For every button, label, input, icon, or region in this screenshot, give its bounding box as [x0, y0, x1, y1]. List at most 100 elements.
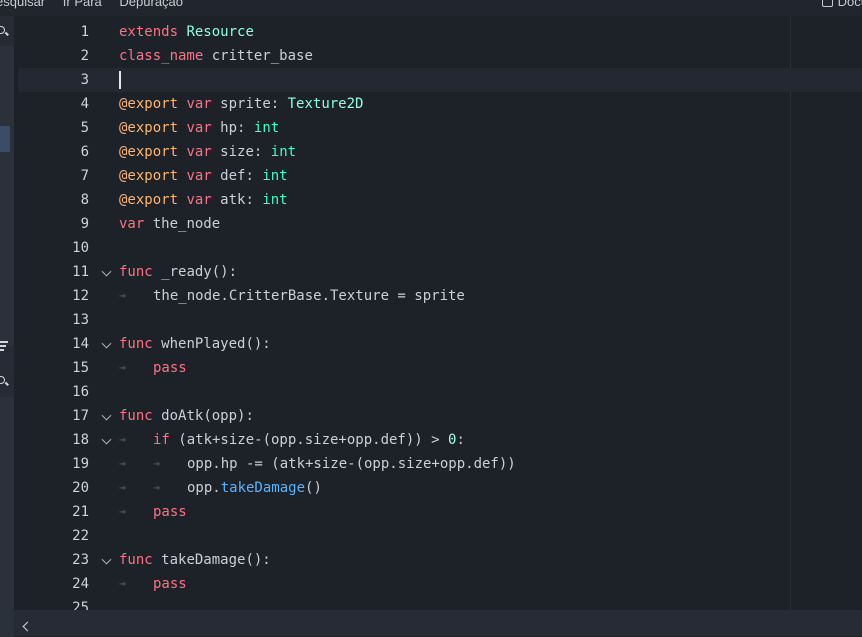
code-token: @export: [119, 168, 179, 184]
text-cursor: [119, 71, 121, 89]
code-token: extends: [119, 24, 179, 40]
code-token: int: [262, 168, 288, 184]
chevron-down-icon[interactable]: [101, 434, 112, 445]
code-token: func: [119, 552, 153, 568]
tab-indent-icon: ⇥: [119, 361, 126, 374]
tab-indent-icon: ⇥: [153, 457, 160, 470]
code-token: Texture2D: [287, 96, 364, 112]
code-token: func: [119, 408, 153, 424]
code-line[interactable]: 11 func _ready():: [18, 260, 862, 284]
code-token: ():: [211, 264, 238, 280]
code-line[interactable]: 8 @export var atk: int: [18, 188, 862, 212]
code-line[interactable]: 1 extends Resource: [18, 20, 862, 44]
code-token: func: [119, 336, 153, 352]
menu-item-search[interactable]: esquisar: [0, 0, 45, 9]
code-token: _ready: [161, 264, 212, 280]
code-token: var: [186, 96, 212, 112]
code-token: hp:: [211, 120, 254, 136]
code-line[interactable]: 17 func doAtk(opp):: [18, 404, 862, 428]
code-token: opp.hp -= (atk+size-(opp.size+opp.def)): [187, 456, 516, 472]
chevron-down-icon[interactable]: [101, 410, 112, 421]
tab-indent-icon: ⇥: [119, 433, 126, 446]
code-text: if (atk+size-(opp.size+opp.def)) > 0:: [153, 428, 465, 452]
line-number: 16: [72, 384, 89, 400]
docs-button[interactable]: Docu: [821, 0, 862, 9]
code-token: ():: [245, 552, 271, 568]
code-line[interactable]: 15 ⇥ pass: [18, 356, 862, 380]
chevron-down-icon[interactable]: [101, 554, 112, 565]
code-line[interactable]: 9 var the_node: [18, 212, 862, 236]
line-number: 2: [80, 48, 89, 64]
menu-item-debug[interactable]: Depuração: [119, 0, 183, 9]
script-list[interactable]: [0, 46, 14, 346]
code-line[interactable]: 10: [18, 236, 862, 260]
code-text: var the_node: [119, 212, 220, 236]
code-text: func doAtk(opp):: [119, 404, 254, 428]
line-number: 22: [72, 528, 89, 544]
code-token: the_node: [144, 216, 221, 232]
line-number: 12: [72, 288, 89, 304]
code-line[interactable]: 14 func whenPlayed():: [18, 332, 862, 356]
code-token: (atk+size-(opp.size+opp.def)) >: [169, 432, 449, 448]
code-line[interactable]: 23 func takeDamage():: [18, 548, 862, 572]
method-list[interactable]: [0, 397, 14, 637]
code-line[interactable]: 5 @export var hp: int: [18, 116, 862, 140]
code-line[interactable]: 6 @export var size: int: [18, 140, 862, 164]
code-text: @export var sprite: Texture2D: [119, 92, 363, 116]
code-line[interactable]: 12 ⇥ the_node.CritterBase.Texture = sprite: [18, 284, 862, 308]
code-line[interactable]: 22: [18, 524, 862, 548]
line-number: 25: [72, 600, 89, 610]
code-token: var: [186, 168, 212, 184]
line-number: 11: [72, 264, 89, 280]
code-token: Resource: [186, 24, 254, 40]
line-number: 9: [80, 216, 89, 232]
code-line[interactable]: 18 ⇥ if (atk+size-(opp.size+opp.def)) > 0:: [18, 428, 862, 452]
code-line[interactable]: 21 ⇥ pass: [18, 500, 862, 524]
tab-indent-icon: ⇥: [119, 481, 126, 494]
code-line[interactable]: 25: [18, 596, 862, 610]
code-token: atk:: [211, 192, 263, 208]
code-token: :: [456, 432, 465, 448]
code-line[interactable]: 16: [18, 380, 862, 404]
code-token: doAtk: [161, 408, 204, 424]
code-text: @export var atk: int: [119, 188, 288, 212]
code-line[interactable]: 2 class_name critter_base: [18, 44, 862, 68]
code-line[interactable]: 24 ⇥ pass: [18, 572, 862, 596]
script-list-selected-item[interactable]: [0, 126, 10, 152]
code-editor[interactable]: 1 extends Resource 2 class_name critter_bas…: [18, 16, 862, 610]
code-token: whenPlayed: [161, 336, 246, 352]
script-list-panel: [0, 16, 14, 637]
sort-icon[interactable]: [0, 340, 13, 354]
line-number: 14: [72, 336, 89, 352]
code-text: @export var hp: int: [119, 116, 279, 140]
code-token: pass: [153, 576, 187, 592]
code-token: class_name: [119, 48, 204, 64]
docs-label: Docu: [837, 0, 862, 9]
filter-search-icon[interactable]: [0, 372, 13, 390]
code-token: if: [153, 432, 170, 448]
code-text: @export var size: int: [119, 140, 296, 164]
code-text: @export var def: int: [119, 164, 288, 188]
code-line[interactable]: 20 ⇥ ⇥ opp.takeDamage(): [18, 476, 862, 500]
code-line[interactable]: 19 ⇥ ⇥ opp.hp -= (atk+size-(opp.size+opp.de…: [18, 452, 862, 476]
line-number: 6: [80, 144, 89, 160]
code-token: pass: [153, 360, 187, 376]
code-token: var: [186, 144, 212, 160]
chevron-down-icon[interactable]: [101, 266, 112, 277]
search-icon[interactable]: [0, 22, 13, 40]
line-number: 7: [80, 168, 89, 184]
code-token: takeDamage: [220, 480, 306, 496]
menu-item-goto[interactable]: Ir Para: [63, 0, 102, 9]
code-line[interactable]: 3: [18, 68, 862, 92]
code-text: func takeDamage():: [119, 548, 271, 572]
code-text: extends Resource: [119, 20, 254, 44]
code-line[interactable]: 13: [18, 308, 862, 332]
code-line[interactable]: 4 @export var sprite: Texture2D: [18, 92, 862, 116]
code-line[interactable]: 7 @export var def: int: [18, 164, 862, 188]
code-token: opp.: [187, 480, 221, 496]
code-token: @export: [119, 120, 179, 136]
chevron-down-icon[interactable]: [101, 338, 112, 349]
code-token: ():: [245, 336, 271, 352]
chevron-left-icon[interactable]: [22, 621, 33, 632]
